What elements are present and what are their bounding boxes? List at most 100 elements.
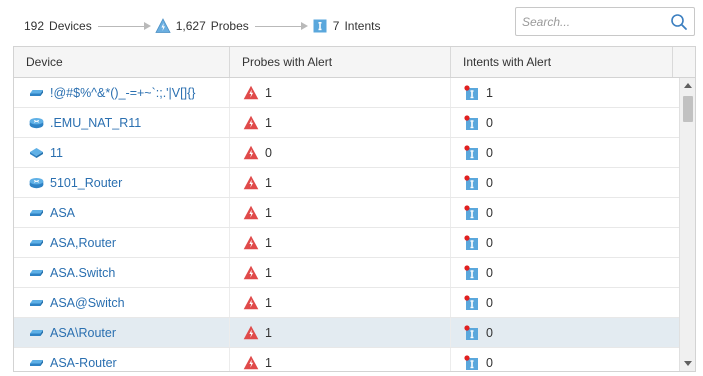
table-row[interactable]: ASA\Router 1 0 xyxy=(14,318,679,348)
column-header-device[interactable]: Device xyxy=(14,47,230,77)
flow-arrow-icon xyxy=(254,22,308,30)
intent-alert-icon xyxy=(464,144,478,160)
intent-alert-icon xyxy=(464,174,478,190)
devices-count: 192 xyxy=(24,19,45,33)
intents-with-alert-value: 0 xyxy=(486,115,493,130)
probes-with-alert-value: 1 xyxy=(265,205,272,220)
device-name-link[interactable]: ASA\Router xyxy=(50,326,116,340)
intents-count: 7 xyxy=(332,19,340,33)
probes-cell: 1 xyxy=(230,288,451,317)
search-input[interactable] xyxy=(522,13,662,31)
switch-icon xyxy=(30,299,43,306)
probe-alert-icon xyxy=(243,235,259,250)
probes-with-alert-value: 1 xyxy=(265,265,272,280)
table-row[interactable]: .EMU_NAT_R11 1 0 xyxy=(14,108,679,138)
intents-cell: 0 xyxy=(451,318,679,347)
device-cell: ASA-Router xyxy=(14,348,230,371)
intent-alert-icon xyxy=(464,324,478,340)
intents-cell: 1 xyxy=(451,78,679,107)
devices-label: Devices xyxy=(49,19,92,33)
intents-with-alert-value: 1 xyxy=(486,85,493,100)
probes-cell: 1 xyxy=(230,348,451,371)
probes-with-alert-value: 1 xyxy=(265,115,272,130)
column-header-spacer xyxy=(673,47,695,77)
flow-arrow-icon xyxy=(97,22,151,30)
probes-cell: 0 xyxy=(230,138,451,167)
switch-icon xyxy=(30,329,43,336)
probe-alert-icon xyxy=(243,205,259,220)
intent-alert-icon xyxy=(464,204,478,220)
device-name-link[interactable]: ASA xyxy=(50,206,75,220)
device-cell: ASA,Router xyxy=(14,228,230,257)
probes-with-alert-value: 1 xyxy=(265,325,272,340)
scroll-down-icon[interactable] xyxy=(684,361,692,366)
intents-cell: 0 xyxy=(451,138,679,167)
intents-cell: 0 xyxy=(451,228,679,257)
probe-alert-icon xyxy=(243,85,259,100)
table-row[interactable]: !@#$%^&*()_-=+~`:;.'|V[]{} 1 1 xyxy=(14,78,679,108)
intents-cell: 0 xyxy=(451,168,679,197)
scroll-up-icon[interactable] xyxy=(684,83,692,88)
device-cell: !@#$%^&*()_-=+~`:;.'|V[]{} xyxy=(14,78,230,107)
probes-with-alert-value: 0 xyxy=(265,145,272,160)
probe-alert-icon xyxy=(243,145,259,160)
intent-alert-icon xyxy=(464,114,478,130)
intents-label: Intents xyxy=(344,19,381,33)
probes-cell: 1 xyxy=(230,228,451,257)
summary-bar: 192 Devices 1,627 Probes 7 Intents xyxy=(24,17,381,35)
table-row[interactable]: ASA@Switch 1 0 xyxy=(14,288,679,318)
table-header: Device Probes with Alert Intents with Al… xyxy=(14,47,695,78)
intent-icon xyxy=(313,19,327,33)
probes-with-alert-value: 1 xyxy=(265,295,272,310)
table-row[interactable]: ASA.Switch 1 0 xyxy=(14,258,679,288)
device-cell: ASA.Switch xyxy=(14,258,230,287)
probes-with-alert-value: 1 xyxy=(265,235,272,250)
probe-alert-icon xyxy=(243,325,259,340)
device-name-link[interactable]: ASA@Switch xyxy=(50,296,125,310)
table-row[interactable]: ASA-Router 1 0 xyxy=(14,348,679,371)
probes-label: Probes xyxy=(210,19,249,33)
device-name-link[interactable]: .EMU_NAT_R11 xyxy=(50,116,141,130)
table-row[interactable]: ASA,Router 1 0 xyxy=(14,228,679,258)
device-cell: 11 xyxy=(14,138,230,167)
table-row[interactable]: ASA 1 0 xyxy=(14,198,679,228)
probes-with-alert-value: 1 xyxy=(265,85,272,100)
device-name-link[interactable]: 11 xyxy=(50,146,63,160)
intents-cell: 0 xyxy=(451,258,679,287)
router-icon xyxy=(29,117,44,128)
probes-cell: 1 xyxy=(230,318,451,347)
probes-with-alert-value: 1 xyxy=(265,355,272,370)
vertical-scrollbar[interactable] xyxy=(679,78,695,371)
column-header-intents-with-alert[interactable]: Intents with Alert xyxy=(451,47,673,77)
column-header-probes-with-alert[interactable]: Probes with Alert xyxy=(230,47,451,77)
probe-alert-icon xyxy=(243,295,259,310)
scrollbar-thumb[interactable] xyxy=(683,96,693,122)
device-name-link[interactable]: ASA-Router xyxy=(50,356,117,370)
probe-alert-icon xyxy=(243,355,259,370)
table-row[interactable]: 5101_Router 1 0 xyxy=(14,168,679,198)
device-cell: 5101_Router xyxy=(14,168,230,197)
device-name-link[interactable]: 5101_Router xyxy=(50,176,122,190)
device-name-link[interactable]: ASA,Router xyxy=(50,236,116,250)
probe-icon xyxy=(155,18,171,33)
device-name-link[interactable]: ASA.Switch xyxy=(50,266,115,280)
probes-cell: 1 xyxy=(230,198,451,227)
switch-icon xyxy=(30,209,43,216)
intents-cell: 0 xyxy=(451,108,679,137)
intent-alert-icon xyxy=(464,294,478,310)
device-cell: ASA\Router xyxy=(14,318,230,347)
device-cell: ASA@Switch xyxy=(14,288,230,317)
intents-cell: 0 xyxy=(451,288,679,317)
intents-with-alert-value: 0 xyxy=(486,265,493,280)
search-icon[interactable] xyxy=(670,13,688,31)
device-name-link[interactable]: !@#$%^&*()_-=+~`:;.'|V[]{} xyxy=(50,86,195,100)
switch-icon xyxy=(30,269,43,276)
table-row[interactable]: 11 0 0 xyxy=(14,138,679,168)
intents-cell: 0 xyxy=(451,198,679,227)
intents-with-alert-value: 0 xyxy=(486,355,493,370)
probes-cell: 1 xyxy=(230,78,451,107)
intents-with-alert-value: 0 xyxy=(486,205,493,220)
probes-count: 1,627 xyxy=(175,19,206,33)
probe-alert-icon xyxy=(243,265,259,280)
intents-with-alert-value: 0 xyxy=(486,145,493,160)
